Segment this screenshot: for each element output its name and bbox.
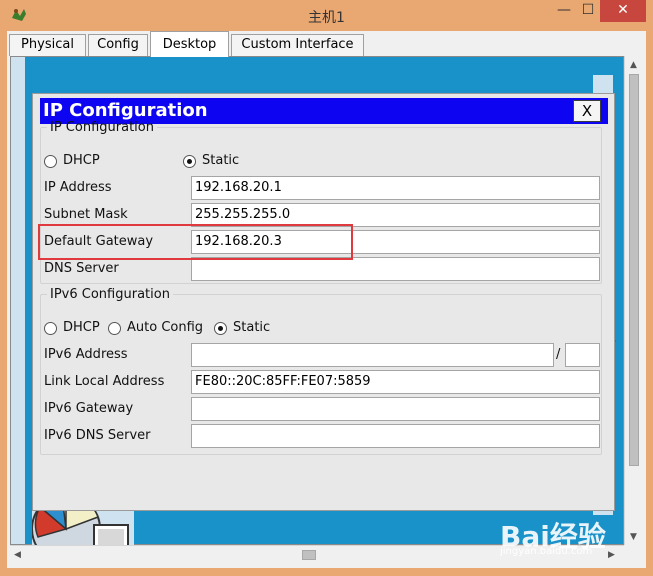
dialog-close-button[interactable]: X [573, 100, 601, 122]
scroll-up-icon[interactable]: ▲ [630, 60, 637, 70]
dns-server-label: DNS Server [44, 261, 119, 276]
ipv6-gateway-label: IPv6 Gateway [44, 401, 134, 416]
ipv6-address-field[interactable] [191, 343, 554, 367]
ipv6-dns-server-field[interactable] [191, 424, 600, 448]
ipv6-dhcp-label: DHCP [63, 320, 100, 335]
ipv6-static-label: Static [233, 320, 271, 335]
baidu-watermark-url: jingyan.baidu.com [500, 546, 593, 557]
ipv6-static-radio[interactable] [214, 322, 227, 335]
gateway-highlight-box [38, 224, 353, 260]
dns-server-field[interactable] [191, 257, 600, 281]
ipv6-gateway-field[interactable] [191, 397, 600, 421]
tab-custom-interface[interactable]: Custom Interface [231, 34, 364, 56]
ipv4-dhcp-radio[interactable] [44, 155, 57, 168]
horizontal-scroll-thumb[interactable] [302, 550, 316, 560]
scroll-left-icon[interactable]: ◀ [14, 550, 21, 560]
minimize-button[interactable]: — [552, 0, 576, 22]
ipv4-static-label: Static [202, 153, 240, 168]
ipv6-prefix-length-field[interactable] [565, 343, 600, 367]
ip-address-field[interactable]: 192.168.20.1 [191, 176, 600, 200]
ipv6-group-legend: IPv6 Configuration [50, 287, 170, 302]
link-local-address-field[interactable]: FE80::20C:85FF:FE07:5859 [191, 370, 600, 394]
scroll-down-icon[interactable]: ▼ [630, 532, 637, 542]
subnet-mask-label: Subnet Mask [44, 207, 128, 222]
ipv6-auto-config-label: Auto Config [127, 320, 204, 335]
ip-address-label: IP Address [44, 180, 112, 195]
scrollbar-corner [624, 545, 642, 563]
desktop-panel: r or IP Configuration X IP Configuration… [10, 56, 624, 547]
tab-desktop[interactable]: Desktop [150, 31, 229, 57]
prefix-separator: / [556, 347, 561, 362]
close-window-button[interactable]: ✕ [600, 0, 646, 22]
link-local-address-label: Link Local Address [44, 374, 165, 389]
vertical-scroll-thumb[interactable] [629, 74, 639, 466]
ipv4-dhcp-label: DHCP [63, 153, 100, 168]
ipv6-dhcp-radio[interactable] [44, 322, 57, 335]
window-client-area: Physical Config Desktop Custom Interface… [7, 31, 646, 568]
ipv6-address-label: IPv6 Address [44, 347, 128, 362]
vertical-scrollbar[interactable]: ▲ ▼ [624, 56, 642, 545]
maximize-button[interactable]: ☐ [576, 0, 600, 22]
tab-config[interactable]: Config [88, 34, 148, 56]
tab-physical[interactable]: Physical [9, 34, 86, 56]
ipv4-group-legend: IP Configuration [50, 120, 154, 135]
scroll-right-icon[interactable]: ▶ [608, 550, 615, 560]
desktop-left-strip [11, 57, 25, 544]
ipv6-dns-server-label: IPv6 DNS Server [44, 428, 151, 443]
ip-configuration-dialog: IP Configuration X IP Configuration DHCP… [32, 93, 615, 511]
ipv4-static-radio[interactable] [183, 155, 196, 168]
ipv6-auto-config-radio[interactable] [108, 322, 121, 335]
window-titlebar: 主机1 — ☐ ✕ [0, 0, 653, 32]
